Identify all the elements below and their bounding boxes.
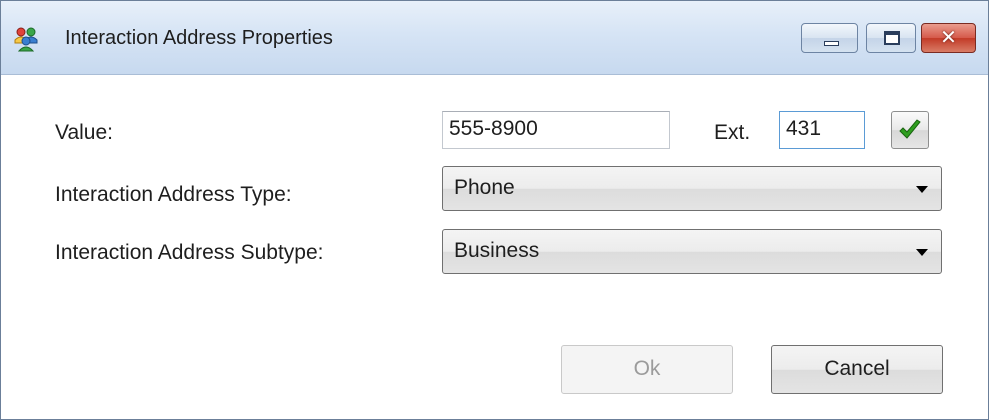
close-icon: ✕ — [940, 25, 957, 49]
type-value: Phone — [454, 176, 515, 199]
cancel-button[interactable]: Cancel — [771, 345, 943, 394]
window-title: Interaction Address Properties — [65, 27, 333, 49]
ext-input[interactable]: 431 — [779, 111, 865, 149]
type-dropdown[interactable]: Phone — [442, 166, 942, 211]
ext-label: Ext. — [714, 121, 751, 144]
ok-button[interactable]: Ok — [561, 345, 733, 394]
chevron-down-icon — [916, 186, 928, 193]
chevron-down-icon — [916, 249, 928, 256]
subtype-label: Interaction Address Subtype: — [55, 241, 324, 264]
properties-dialog: Interaction Address Properties ✕ Value: … — [0, 0, 989, 420]
minimize-button[interactable] — [801, 23, 858, 53]
value-label: Value: — [55, 121, 113, 144]
people-app-icon — [14, 27, 38, 52]
validate-button[interactable] — [891, 111, 929, 149]
maximize-icon — [884, 31, 900, 45]
checkmark-icon — [899, 119, 921, 139]
close-button[interactable]: ✕ — [921, 23, 976, 53]
minimize-icon — [824, 41, 839, 46]
subtype-dropdown[interactable]: Business — [442, 229, 942, 274]
maximize-button[interactable] — [866, 23, 916, 53]
subtype-value: Business — [454, 239, 540, 262]
value-input[interactable]: 555-8900 — [442, 111, 670, 149]
type-label: Interaction Address Type: — [55, 183, 292, 206]
title-bar[interactable]: Interaction Address Properties ✕ — [1, 1, 988, 75]
